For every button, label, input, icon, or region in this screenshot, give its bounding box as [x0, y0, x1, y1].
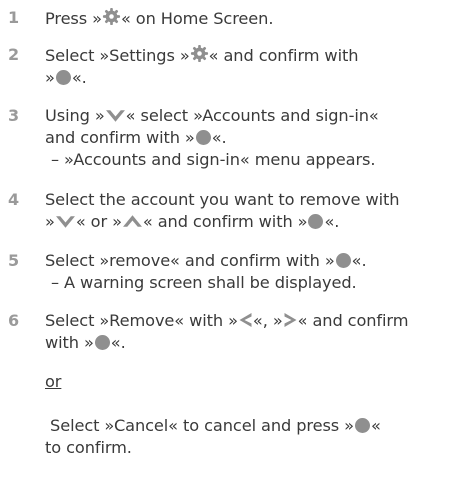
gear-icon	[190, 44, 209, 63]
step-line: with » «.	[45, 333, 126, 352]
arrow-left-icon	[238, 312, 253, 328]
step-text: Using » « select »Accounts and sign-in« a…	[45, 105, 449, 171]
alternative-text: Select »Cancel« to cancel and press » « t…	[45, 415, 449, 459]
step-number: 5	[8, 251, 20, 270]
step-text: Select »Remove« with » «, » « and confirm …	[45, 310, 449, 354]
step-line: » « or » « and confirm with » «.	[45, 212, 340, 231]
arrow-right-icon	[283, 312, 298, 328]
step-result-line: – »Accounts and sign-in« menu appears.	[51, 150, 376, 169]
ok-button-icon	[55, 70, 71, 85]
alt-line: to confirm.	[45, 438, 132, 457]
ok-button-icon	[335, 253, 351, 268]
step-line: Select »remove« and confirm with » «.	[45, 251, 367, 270]
gear-icon	[102, 7, 121, 26]
ok-button-icon	[308, 214, 324, 229]
ok-button-icon	[354, 418, 370, 433]
step-result-line: – A warning screen shall be displayed.	[51, 273, 357, 292]
alt-line: Select »Cancel« to cancel and press » «	[45, 416, 381, 435]
arrow-down-icon	[55, 214, 76, 229]
step-text: Select »Settings » « and confirm with » «.	[45, 44, 449, 89]
step-number: 3	[8, 106, 20, 125]
step-line: Select »Settings » « and confirm with	[45, 44, 359, 65]
step-line: » «.	[45, 68, 87, 87]
arrow-down-icon	[105, 108, 126, 123]
step-text: Select the account you want to remove wi…	[45, 189, 449, 233]
step-number: 4	[8, 190, 20, 209]
step-line: and confirm with » «.	[45, 128, 227, 147]
ok-button-icon	[195, 130, 211, 145]
ok-button-icon	[94, 335, 110, 350]
step-line: Press » « on Home Screen.	[45, 7, 274, 28]
step-number: 1	[8, 8, 20, 27]
step-text: Select »remove« and confirm with » «. – A…	[45, 250, 449, 294]
step-line: Using » « select »Accounts and sign-in«	[45, 106, 379, 125]
step-line: Select the account you want to remove wi…	[45, 190, 400, 209]
step-text: Press » « on Home Screen.	[45, 7, 449, 30]
step-number: 2	[8, 45, 20, 64]
or-label: or	[45, 372, 62, 391]
step-line: Select »Remove« with » «, » « and confirm	[45, 311, 409, 330]
step-number: 6	[8, 311, 20, 330]
instruction-page: 1 Press » « on Home Screen. 2 Select »Set…	[0, 0, 457, 482]
arrow-up-icon	[122, 214, 143, 229]
